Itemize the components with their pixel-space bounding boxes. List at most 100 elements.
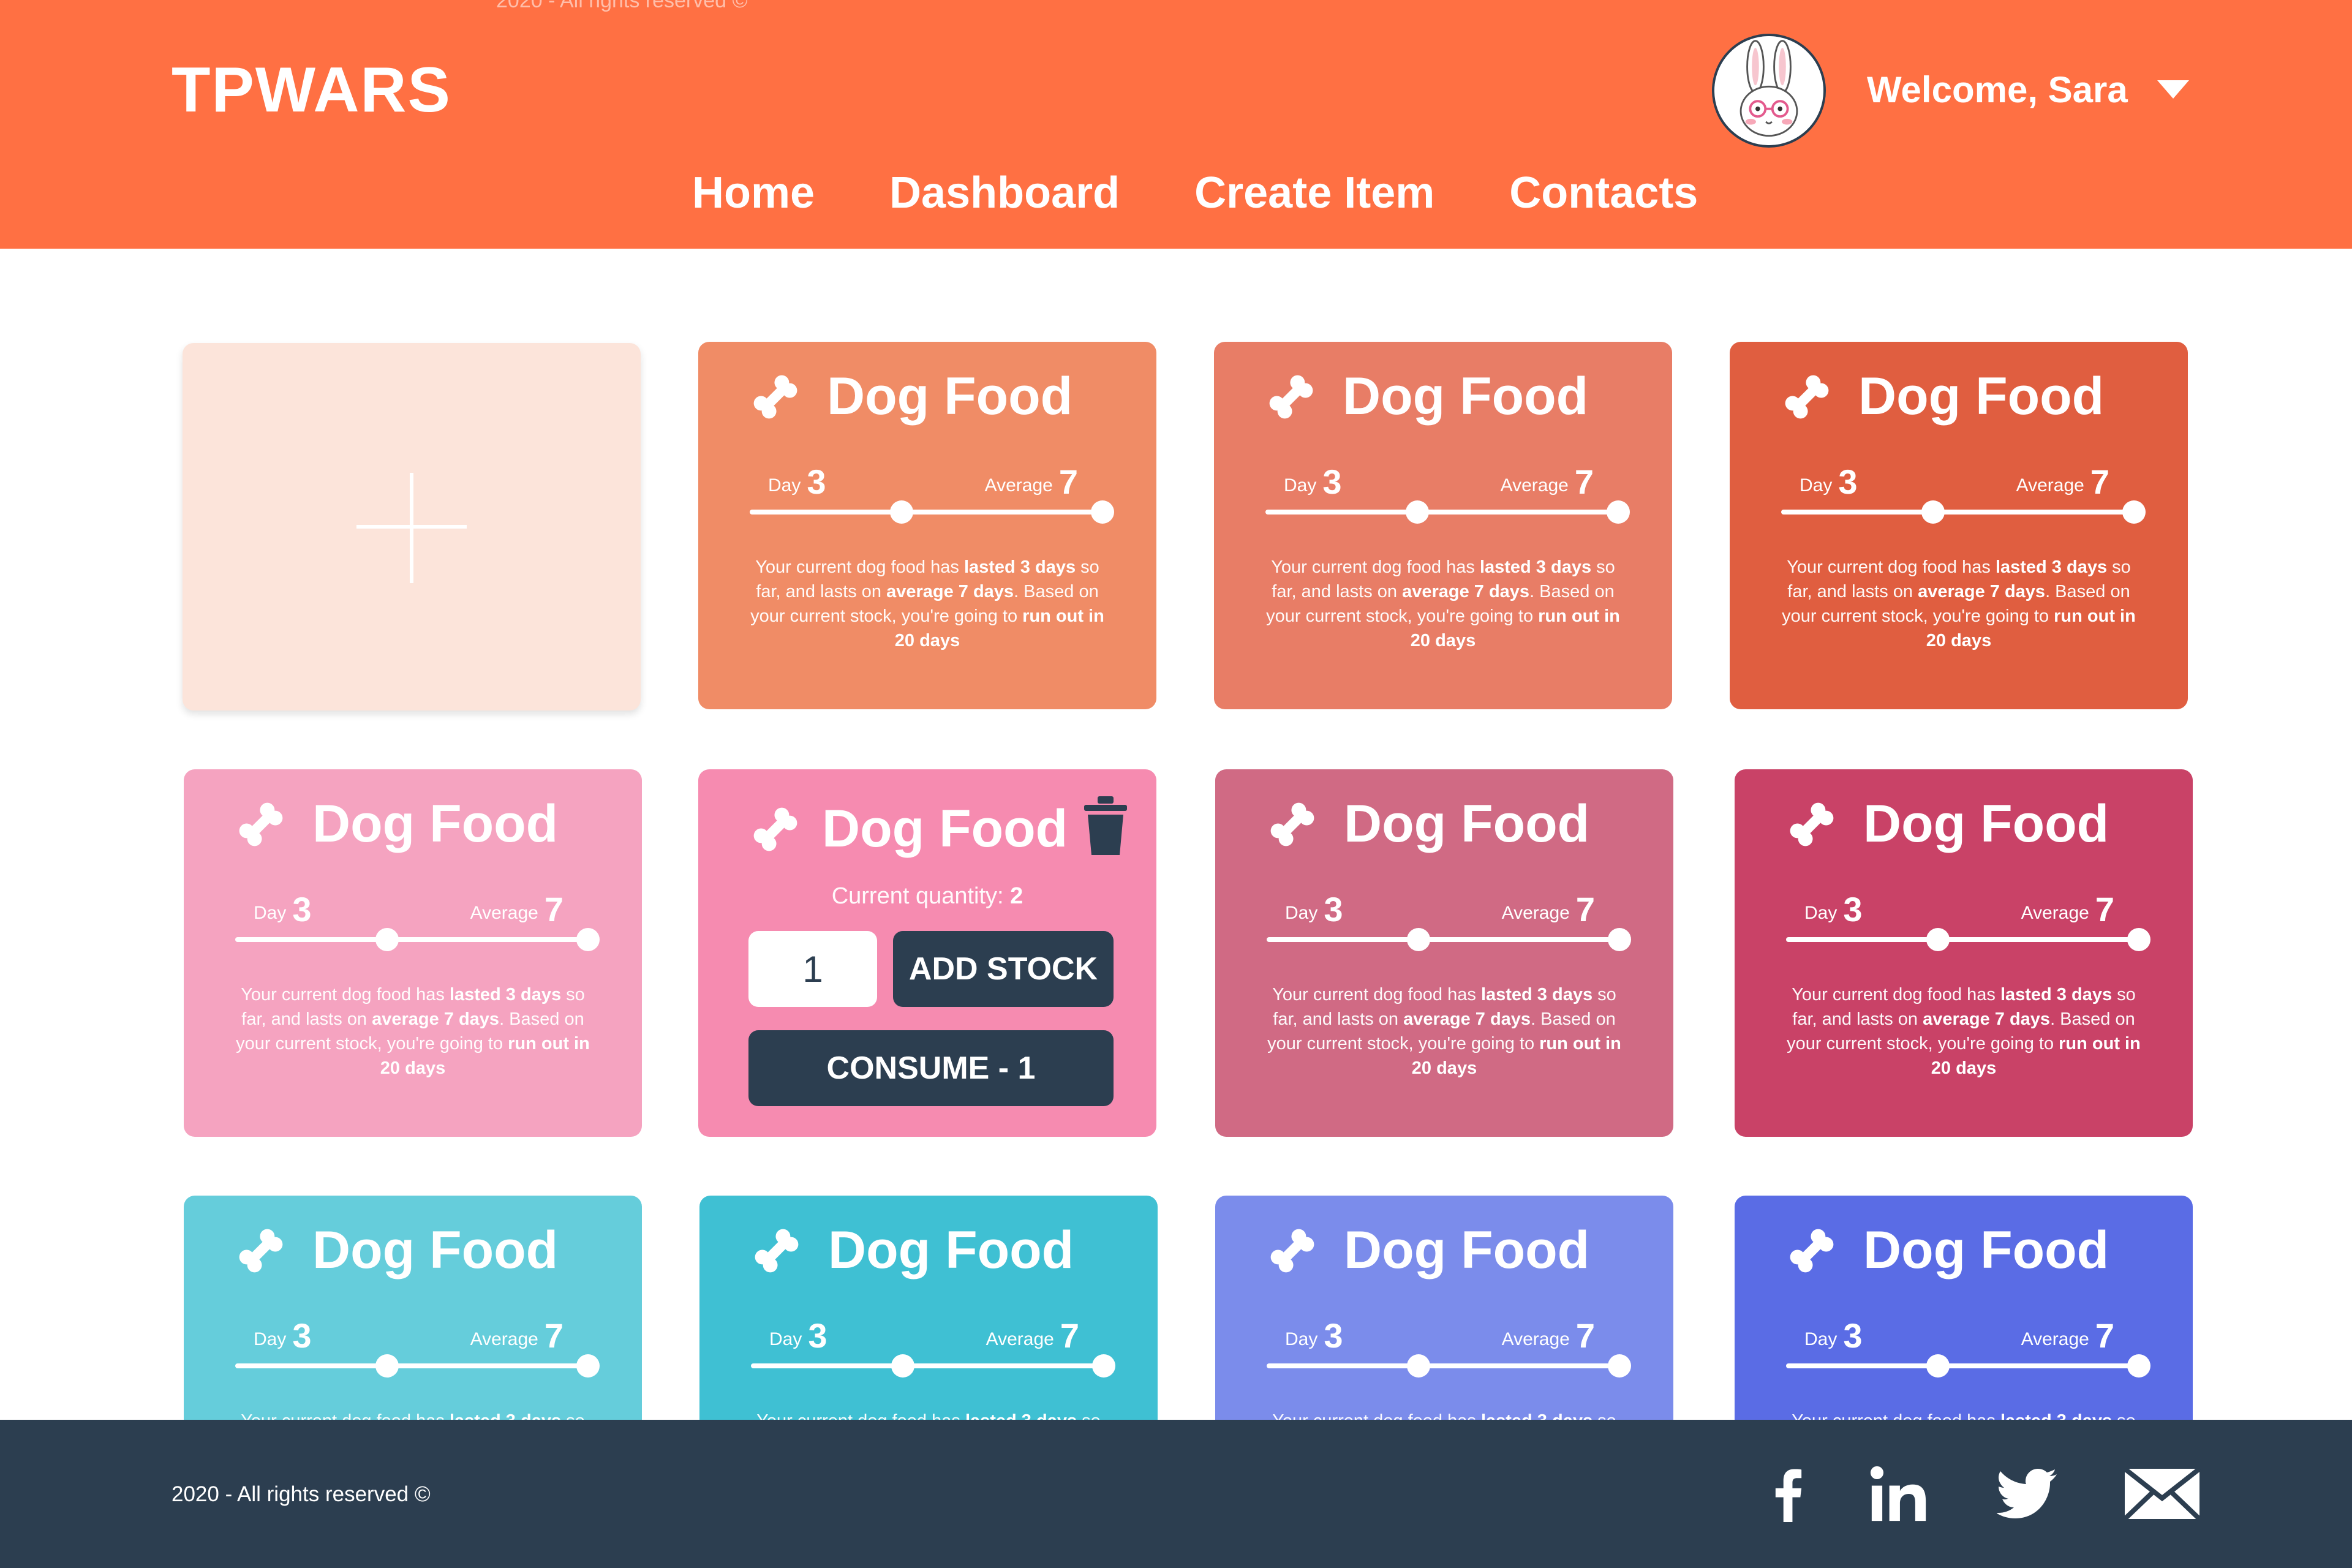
- item-card[interactable]: Dog Food Day3 Average7 Your current dog foo…: [184, 769, 642, 1137]
- bone-icon: [1270, 1229, 1314, 1272]
- day-label: Day 3: [768, 462, 826, 501]
- slider-knob-day[interactable]: [1405, 500, 1429, 524]
- item-card-expanded[interactable]: Dog Food Current quantity: 2 ADD STOCK C…: [698, 769, 1156, 1137]
- slider-knob-average[interactable]: [2127, 928, 2150, 951]
- card-description: Your current dog food has lasted 3 days …: [1782, 557, 2136, 650]
- card-title-text: Dog Food: [1343, 367, 1589, 426]
- item-card[interactable]: Dog FoodDay3 Average7 Your current dog foo…: [1735, 769, 2193, 1137]
- bone-icon: [1270, 802, 1314, 846]
- card-title-text: Dog Food: [1344, 1221, 1590, 1280]
- slider-knob-day[interactable]: [1406, 1354, 1430, 1378]
- card-title-text: Dog Food: [312, 1221, 559, 1280]
- card-title: Dog Food: [1264, 1220, 1589, 1281]
- duration-slider: Day 3 Average 7: [235, 889, 600, 951]
- slider-track: [235, 1363, 588, 1368]
- current-quantity: Current quantity: 2: [698, 883, 1156, 910]
- day-label: Day 3: [254, 1316, 312, 1355]
- app-logo[interactable]: TPWARS: [172, 54, 451, 127]
- card-title: Dog Food: [1264, 794, 1589, 854]
- slider-knob-average[interactable]: [1608, 1354, 1631, 1378]
- user-menu[interactable]: Welcome, Sara: [1867, 59, 2189, 120]
- quantity-value: 2: [1010, 883, 1023, 909]
- duration-slider: Day 3 Average 7: [1786, 889, 2150, 951]
- slider-knob-day[interactable]: [1926, 928, 1950, 951]
- mail-icon[interactable]: [2119, 1460, 2205, 1528]
- main-nav: Home Dashboard Create Item Contacts: [692, 162, 1698, 224]
- duration-slider: Day 3 Average 7: [1265, 462, 1630, 524]
- linkedin-icon[interactable]: [1862, 1460, 1936, 1528]
- slider-knob-day[interactable]: [889, 500, 913, 524]
- day-label: Day 3: [1285, 890, 1343, 929]
- card-title: Dog Food: [233, 1220, 558, 1281]
- card-title-text: Dog Food: [1858, 367, 2105, 426]
- average-label: Average 7: [2021, 890, 2114, 929]
- nav-home[interactable]: Home: [692, 168, 815, 218]
- card-title: Dog Food: [1779, 366, 2104, 427]
- duration-slider: Day 3 Average 7: [235, 1316, 600, 1378]
- card-title-text: Dog Food: [827, 367, 1073, 426]
- item-card[interactable]: Dog FoodDay3 Average7 Your current dog foo…: [1215, 769, 1673, 1137]
- average-label: Average 7: [1500, 462, 1594, 501]
- average-label: Average 7: [2016, 462, 2109, 501]
- card-description: Your current dog food has lasted 3 days …: [1267, 985, 1621, 1078]
- slider-knob-average[interactable]: [576, 928, 600, 951]
- card-title-text: Dog Food: [1863, 794, 2109, 853]
- duration-slider: Day 3 Average 7: [1786, 1316, 2150, 1378]
- item-card[interactable]: Dog FoodDay3 Average7 Your current dog foo…: [698, 342, 1156, 709]
- quantity-input[interactable]: [748, 931, 877, 1007]
- bone-icon: [1785, 375, 1829, 418]
- slider-knob-day[interactable]: [891, 1354, 914, 1378]
- trash-icon[interactable]: [1083, 793, 1128, 856]
- card-description: Your current dog food has lasted 3 days …: [236, 985, 590, 1078]
- chevron-down-icon[interactable]: [2157, 80, 2189, 99]
- slider-knob-day[interactable]: [375, 928, 399, 951]
- add-item-card[interactable]: [183, 343, 641, 710]
- nav-create-item[interactable]: Create Item: [1194, 168, 1434, 218]
- bone-icon: [1269, 375, 1313, 418]
- card-title-text: Dog Food: [1344, 794, 1590, 853]
- slider-track: [1781, 510, 2134, 514]
- slider-knob-average[interactable]: [576, 1354, 600, 1378]
- nav-contacts[interactable]: Contacts: [1509, 168, 1698, 218]
- consume-button[interactable]: CONSUME - 1: [748, 1030, 1114, 1106]
- nav-dashboard[interactable]: Dashboard: [889, 168, 1120, 218]
- slider-knob-average[interactable]: [2127, 1354, 2150, 1378]
- facebook-icon[interactable]: [1764, 1460, 1813, 1528]
- slider-knob-day[interactable]: [1921, 500, 1945, 524]
- slider-knob-average[interactable]: [2122, 500, 2146, 524]
- average-label: Average 7: [984, 462, 1078, 501]
- slider-track: [751, 1363, 1104, 1368]
- bone-icon: [753, 807, 797, 851]
- twitter-icon[interactable]: [1991, 1460, 2064, 1528]
- day-label: Day 3: [1800, 462, 1858, 501]
- average-label: Average 7: [2021, 1316, 2114, 1355]
- card-title: Dog Food: [747, 799, 1068, 859]
- average-label: Average 7: [986, 1316, 1079, 1355]
- slider-knob-average[interactable]: [1092, 1354, 1115, 1378]
- slider-track: [1267, 937, 1619, 942]
- slider-knob-day[interactable]: [375, 1354, 399, 1378]
- card-title: Dog Food: [747, 366, 1072, 427]
- add-stock-button[interactable]: ADD STOCK: [893, 931, 1114, 1007]
- day-label: Day 3: [1284, 462, 1342, 501]
- day-label: Day 3: [1804, 1316, 1863, 1355]
- card-title: Dog Food: [1263, 366, 1588, 427]
- bone-icon: [755, 1229, 799, 1272]
- card-title-text: Dog Food: [1863, 1221, 2109, 1280]
- avatar[interactable]: [1712, 34, 1826, 148]
- slider-knob-day[interactable]: [1406, 928, 1430, 951]
- slider-knob-average[interactable]: [1607, 500, 1630, 524]
- bunny-avatar-icon: [1714, 36, 1823, 145]
- page: 2020 - All rights reserved © TPWARS Welc…: [0, 0, 2352, 1568]
- item-card[interactable]: Dog FoodDay3 Average7 Your current dog foo…: [1730, 342, 2188, 709]
- average-label: Average 7: [470, 890, 564, 929]
- slider-knob-average[interactable]: [1091, 500, 1114, 524]
- slider-knob-day[interactable]: [1926, 1354, 1950, 1378]
- slider-track: [1786, 1363, 2139, 1368]
- slider-knob-average[interactable]: [1608, 928, 1631, 951]
- bone-icon: [753, 375, 797, 418]
- day-label: Day 3: [1285, 1316, 1343, 1355]
- item-card[interactable]: Dog FoodDay3 Average7 Your current dog foo…: [1214, 342, 1672, 709]
- card-title: Dog Food: [1784, 1220, 2109, 1281]
- card-title: Dog Food: [233, 794, 558, 854]
